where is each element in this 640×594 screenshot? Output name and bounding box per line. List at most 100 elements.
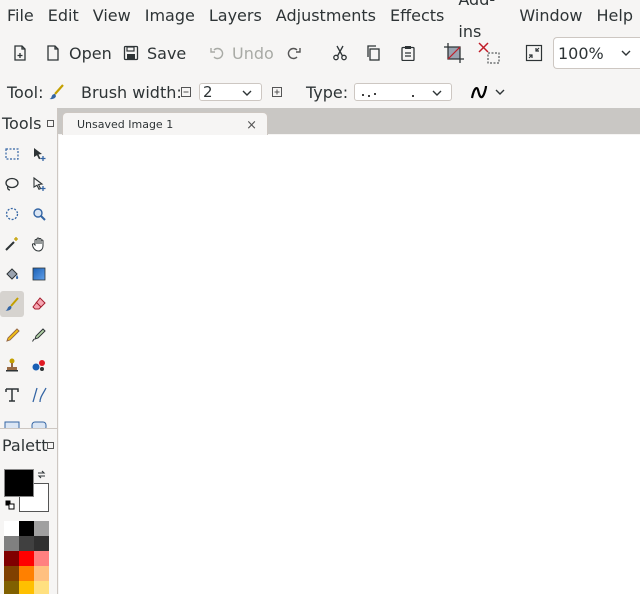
brush-width-decrease[interactable]	[179, 76, 193, 108]
image-canvas[interactable]	[59, 135, 640, 594]
new-image-button[interactable]	[12, 33, 28, 73]
rectangle-shape-icon	[4, 421, 20, 428]
chevron-down-icon	[242, 90, 252, 96]
dock-pin-icon[interactable]	[47, 442, 54, 449]
ellipse-select-icon	[5, 207, 19, 221]
dock-pin-icon[interactable]	[47, 120, 54, 127]
ellipse-select-tool[interactable]	[0, 201, 24, 227]
brush-width-label: Brush width:	[81, 82, 182, 102]
menu-bar: File Edit View Image Layers Adjustments …	[0, 0, 640, 41]
hand-icon	[32, 237, 44, 252]
swap-colors-icon[interactable]	[37, 470, 46, 479]
redo-button[interactable]	[287, 33, 301, 73]
clone-stamp-tool[interactable]	[0, 352, 24, 378]
lasso-select-tool[interactable]	[0, 171, 24, 197]
rectangle-tool[interactable]	[0, 413, 24, 433]
plus-icon	[270, 85, 284, 99]
undo-button[interactable]: Undo	[210, 33, 274, 73]
rounded-rectangle-tool[interactable]	[27, 413, 51, 433]
brush-width-value: 2	[203, 83, 213, 101]
tool-label: Tool:	[7, 82, 44, 102]
menu-layers[interactable]: Layers	[202, 0, 269, 32]
eraser-tool[interactable]	[27, 291, 51, 317]
palette-swatch[interactable]	[4, 566, 19, 581]
text-tool[interactable]	[0, 382, 24, 408]
brush-width-combobox[interactable]: 2	[199, 83, 262, 101]
new-document-icon	[14, 45, 26, 61]
copy-button[interactable]	[365, 33, 381, 73]
gradient-icon	[32, 267, 46, 281]
deselect-button[interactable]	[477, 33, 501, 73]
brush-type-combobox[interactable]	[354, 83, 452, 101]
palette-swatch[interactable]	[19, 581, 34, 594]
palette-swatch[interactable]	[34, 566, 49, 581]
menu-help[interactable]: Help	[590, 0, 640, 32]
open-button[interactable]: Open	[45, 33, 112, 73]
tools-panel-title: Tools	[2, 113, 42, 133]
line-curve-icon	[32, 387, 47, 403]
stamp-icon	[6, 358, 18, 372]
save-label: Save	[147, 43, 187, 63]
paintbrush-tool[interactable]	[0, 291, 24, 317]
primary-color-swatch[interactable]	[4, 469, 34, 497]
palette-swatch[interactable]	[4, 521, 19, 536]
pan-tool[interactable]	[27, 231, 51, 257]
palette-swatch[interactable]	[34, 581, 49, 594]
recolor-icon	[32, 360, 45, 371]
color-picker-tool[interactable]	[27, 322, 51, 348]
antialiasing-toggle[interactable]	[470, 76, 506, 108]
palette-swatch[interactable]	[4, 551, 19, 566]
line-curve-tool[interactable]	[27, 382, 51, 408]
palette-swatch[interactable]	[4, 536, 19, 551]
menu-image[interactable]: Image	[138, 0, 202, 32]
deselect-icon	[478, 42, 500, 64]
paintbrush-icon	[49, 84, 64, 100]
zoom-to-fit-button[interactable]	[525, 33, 543, 73]
palette-swatch[interactable]	[19, 566, 34, 581]
palette-swatch[interactable]	[4, 581, 19, 594]
paste-icon	[401, 46, 415, 61]
palette-swatch[interactable]	[19, 536, 34, 551]
zoom-value: 100%	[558, 43, 604, 63]
copy-icon	[367, 45, 380, 61]
brush-type-preview-icon	[362, 93, 414, 97]
reset-colors-icon[interactable]	[5, 500, 15, 510]
zoom-tool[interactable]	[27, 201, 51, 227]
recolor-tool[interactable]	[27, 352, 51, 378]
paint-bucket-tool[interactable]	[0, 261, 24, 287]
save-button[interactable]: Save	[123, 33, 186, 73]
close-icon[interactable]: ×	[246, 118, 257, 133]
document-tab[interactable]: Unsaved Image 1 ×	[62, 112, 268, 136]
move-selected-tool[interactable]	[27, 141, 51, 167]
menu-adjustments[interactable]: Adjustments	[269, 0, 383, 32]
move-selected-icon	[34, 148, 46, 161]
move-selection-tool[interactable]	[27, 171, 51, 197]
menu-file[interactable]: File	[0, 0, 41, 32]
open-document-icon	[47, 45, 59, 61]
brush-width-increase[interactable]	[270, 76, 284, 108]
palette-swatch[interactable]	[34, 551, 49, 566]
gradient-tool[interactable]	[27, 261, 51, 287]
palette-swatch[interactable]	[19, 521, 34, 536]
pencil-icon	[6, 328, 20, 342]
menu-view[interactable]: View	[86, 0, 138, 32]
zoom-combobox[interactable]: 100%	[553, 37, 640, 69]
magic-wand-tool[interactable]	[0, 231, 24, 257]
open-label: Open	[69, 43, 112, 63]
rectangle-select-tool[interactable]	[0, 141, 24, 167]
menu-window[interactable]: Window	[512, 0, 589, 32]
paste-button[interactable]	[400, 33, 416, 73]
crop-icon	[444, 43, 464, 63]
menu-effects[interactable]: Effects	[383, 0, 451, 32]
pencil-tool[interactable]	[0, 322, 24, 348]
eraser-icon	[32, 297, 46, 310]
menu-edit[interactable]: Edit	[41, 0, 86, 32]
crop-to-selection-button[interactable]	[443, 33, 465, 73]
undo-icon	[210, 47, 224, 60]
palette-swatch[interactable]	[34, 521, 49, 536]
undo-label: Undo	[232, 43, 274, 63]
palette-swatch[interactable]	[34, 536, 49, 551]
palette-swatch[interactable]	[19, 551, 34, 566]
cut-button[interactable]	[332, 33, 348, 73]
paint-bucket-icon	[6, 268, 19, 280]
